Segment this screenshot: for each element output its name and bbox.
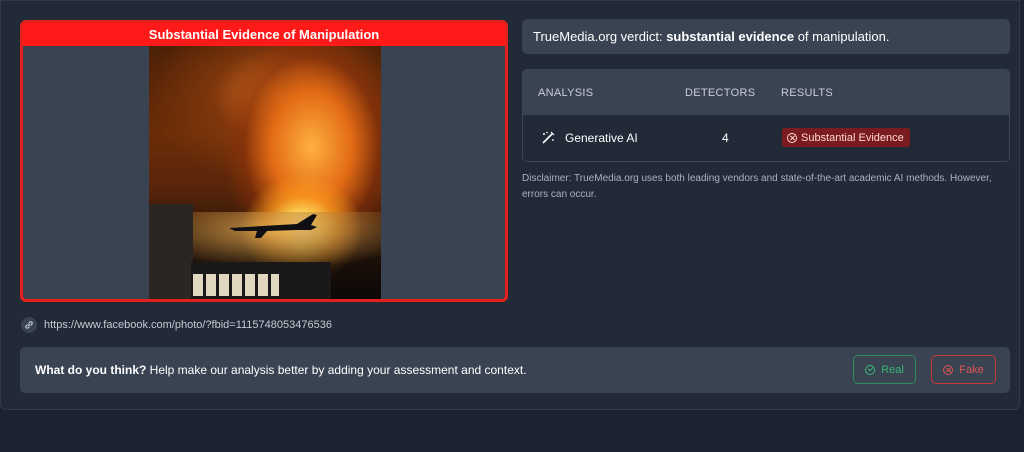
fake-button-label: Fake: [959, 363, 984, 376]
feedback-bar: What do you think? Help make our analysi…: [20, 347, 1010, 393]
real-button-label: Real: [881, 363, 904, 376]
feedback-prompt: What do you think? Help make our analysi…: [35, 363, 527, 377]
verdict-summary: TrueMedia.org verdict: substantial evide…: [522, 19, 1010, 54]
image-building: [149, 204, 193, 299]
page-background: [0, 410, 1024, 452]
table-header: ANALYSIS DETECTORS RESULTS: [523, 70, 1009, 115]
image-airplane: [229, 214, 317, 238]
verdict-emphasis: substantial evidence: [666, 29, 795, 44]
link-icon: [21, 317, 37, 333]
image-windows: [193, 274, 279, 296]
real-button[interactable]: Real: [853, 355, 916, 384]
header-results: RESULTS: [781, 87, 834, 99]
row-analysis-name: Generative AI: [565, 131, 638, 145]
fake-button[interactable]: Fake: [931, 355, 996, 384]
manipulation-banner: Substantial Evidence of Manipulation: [23, 23, 505, 46]
analysis-card: Substantial Evidence of Manipulation Tru…: [0, 0, 1020, 410]
media-preview: Substantial Evidence of Manipulation: [20, 20, 508, 302]
x-circle-icon: [787, 132, 797, 143]
feedback-question: What do you think?: [35, 363, 147, 377]
feedback-description: Help make our analysis better by adding …: [146, 363, 527, 377]
disclaimer-text: Disclaimer: TrueMedia.org uses both lead…: [522, 173, 992, 200]
check-circle-icon: [865, 364, 876, 375]
verdict-suffix: of manipulation.: [794, 29, 890, 44]
x-circle-icon: [943, 364, 954, 375]
analyzed-image[interactable]: [149, 43, 381, 299]
row-detector-count: 4: [722, 131, 729, 145]
analysis-table: ANALYSIS DETECTORS RESULTS Generative AI…: [522, 69, 1010, 162]
header-detectors: DETECTORS: [685, 87, 756, 99]
result-label: Substantial Evidence: [801, 131, 904, 144]
status-badge: Substantial Evidence: [782, 128, 910, 147]
source-url-link[interactable]: https://www.facebook.com/photo/?fbid=111…: [44, 319, 332, 331]
table-row[interactable]: Generative AI 4 Substantial Evidence: [523, 115, 1009, 161]
header-analysis: ANALYSIS: [538, 87, 594, 99]
verdict-prefix: TrueMedia.org verdict:: [533, 29, 667, 44]
magic-wand-icon: [542, 131, 555, 144]
